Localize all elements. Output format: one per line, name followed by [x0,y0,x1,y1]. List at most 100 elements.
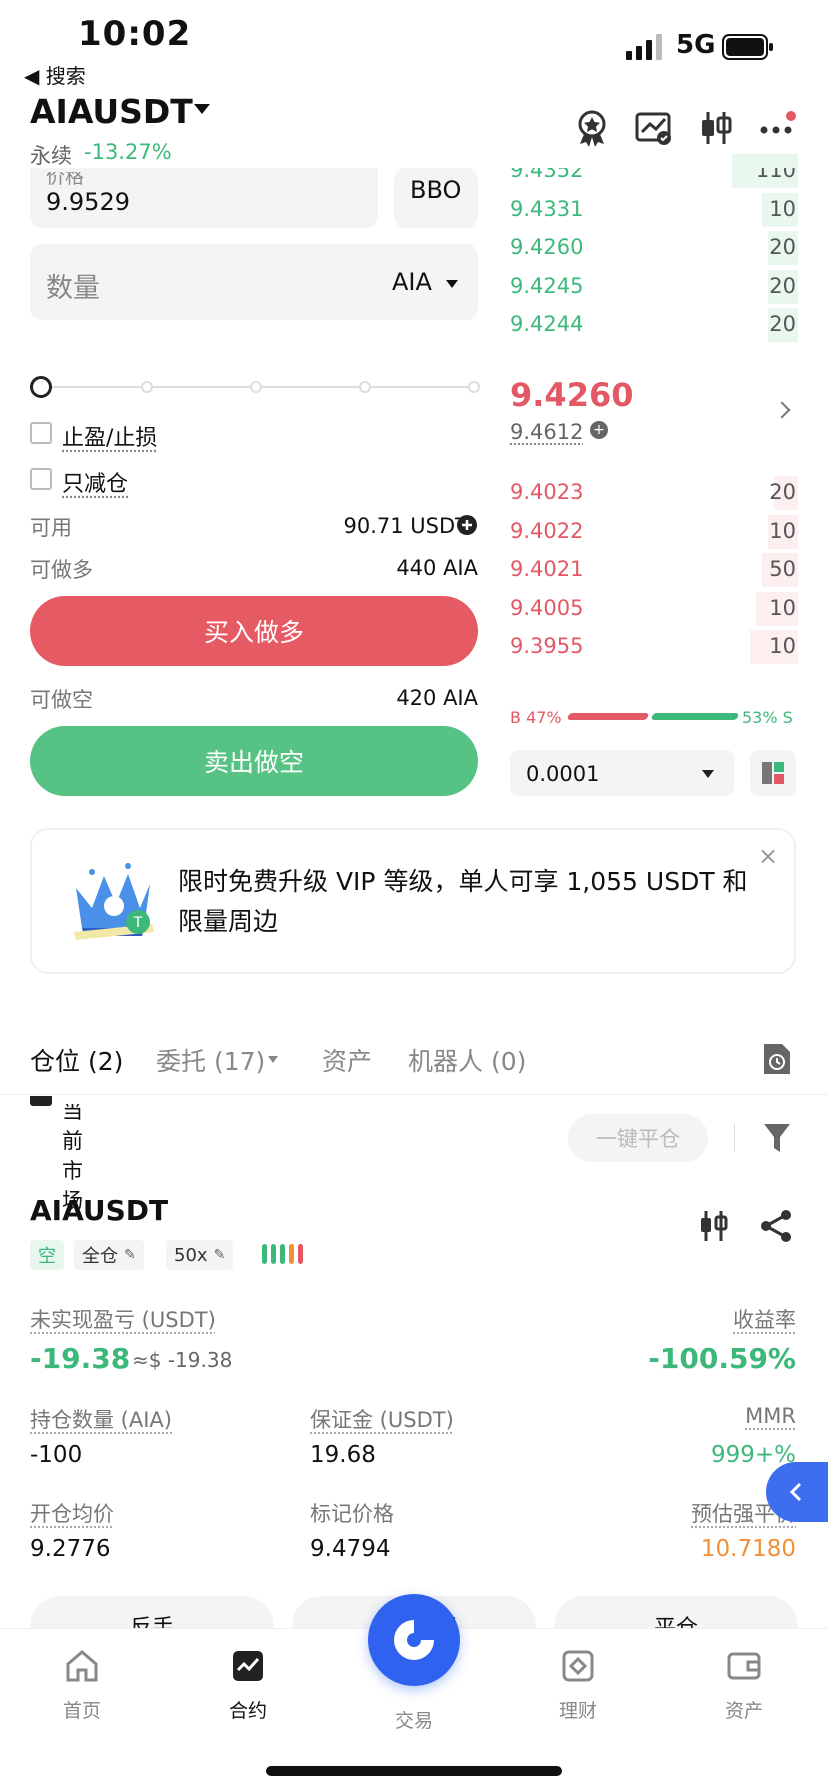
orderbook-price[interactable]: 9.4244 [510,312,583,336]
can-short-value: 420 AIA [396,686,478,710]
badge-icon[interactable] [572,108,612,148]
nav-futures[interactable]: 合约 [198,1648,298,1723]
close-all-button[interactable]: 一键平仓 [568,1114,708,1162]
promo-text: 限时免费升级 VIP 等级，单人可享 1,055 USDT 和限量周边 [178,867,748,936]
orderbook-price[interactable]: 9.4022 [510,519,583,543]
available-value: 90.71 USDT [343,514,469,538]
divider [734,1124,735,1152]
chevron-down-icon[interactable] [702,770,714,778]
can-long-value: 440 AIA [396,556,478,580]
roe-value: -100.59% [648,1342,796,1375]
orderbook-qty[interactable]: 10 [769,596,796,620]
leverage-tag[interactable]: 50x ✎ [166,1240,234,1270]
slider-knob[interactable] [30,376,52,398]
nav-earn-label: 理财 [558,1700,597,1722]
nav-assets[interactable]: 资产 [694,1648,794,1723]
orderbook-price[interactable]: 9.4245 [510,274,583,298]
mark-price[interactable]: 9.4612 [510,420,583,444]
plus-icon[interactable]: + [590,421,608,439]
position-pair[interactable]: AIAUSDT [30,1194,168,1227]
quantity-unit-select[interactable]: AIA [392,268,432,296]
roe-label[interactable]: 收益率 [733,1304,796,1334]
plus-circle-icon[interactable] [456,514,478,536]
orderbook-price[interactable]: 9.4021 [510,557,583,581]
edit-icon[interactable]: ✎ [124,1247,136,1263]
can-long-label: 可做多 [30,558,93,582]
share-icon[interactable] [758,1208,794,1244]
futures-icon [233,1651,263,1681]
nav-trade[interactable]: 交易 [364,1694,464,1733]
tp-sl-label[interactable]: 止盈/止损 [62,420,157,452]
slider-step[interactable] [468,381,480,393]
orderbook-price[interactable]: 9.4352 [510,168,583,182]
pair-title[interactable]: AIAUSDT [30,92,193,131]
margin-label[interactable]: 保证金 (USDT) [310,1404,454,1434]
sell-ratio-bar [650,713,740,720]
sell-short-button[interactable]: 卖出做空 [30,726,478,796]
history-icon[interactable] [762,1042,792,1076]
orderbook-layout-button[interactable] [750,750,796,796]
side-panel-button[interactable] [766,1462,828,1522]
battery-icon [722,34,773,60]
chart-check-icon[interactable] [634,108,674,148]
back-to-search[interactable]: ◀ 搜索 [24,60,86,89]
orderbook-qty[interactable]: 10 [769,519,796,543]
contract-type-label: 永续 [30,144,72,168]
edit-icon[interactable]: ✎ [214,1247,226,1263]
tab-bots[interactable]: 机器人 (0) [408,1042,526,1078]
orderbook-qty[interactable]: 20 [769,312,796,336]
orderbook-price[interactable]: 9.4331 [510,197,583,221]
liq-price-value: 10.7180 [700,1536,796,1562]
margin-mode-tag[interactable]: 全仓 ✎ [74,1240,144,1270]
candlestick-icon[interactable] [696,1208,732,1244]
nav-trade-label: 交易 [394,1710,433,1732]
layout-icon [762,762,784,784]
tabs-divider [0,1094,828,1095]
margin-mode-label: 全仓 [82,1246,118,1267]
slider-step[interactable] [250,381,262,393]
filter-icon[interactable] [762,1122,792,1154]
close-icon[interactable]: × [758,842,778,870]
unrealized-pnl-label[interactable]: 未实现盈亏 (USDT) [30,1304,216,1334]
status-time: 10:02 [78,14,192,54]
pair-dropdown-icon[interactable] [194,104,210,114]
entry-price-value: 9.2776 [30,1536,111,1562]
mark-price-value: 9.4794 [310,1536,391,1562]
tab-positions[interactable]: 仓位 (2) [30,1042,123,1078]
reduce-only-label[interactable]: 只减仓 [62,466,128,498]
tp-sl-checkbox[interactable] [30,422,52,444]
price-value[interactable]: 9.9529 [46,188,130,216]
orderbook-qty[interactable]: 20 [769,235,796,259]
buy-long-button[interactable]: 买入做多 [30,596,478,666]
orderbook-price[interactable]: 9.3955 [510,634,583,658]
slider-step[interactable] [359,381,371,393]
size-label[interactable]: 持仓数量 (AIA) [30,1404,172,1434]
orderbook-qty[interactable]: 10 [769,197,796,221]
chevron-left-icon [789,1482,802,1502]
tab-assets[interactable]: 资产 [322,1042,372,1078]
chevron-down-icon[interactable] [268,1056,278,1063]
mmr-label[interactable]: MMR [745,1404,796,1428]
buy-ratio: B 47% [510,708,562,727]
current-market-checkbox[interactable] [30,1096,52,1106]
orderbook-qty[interactable]: 50 [769,557,796,581]
nav-earn[interactable]: 理财 [528,1648,628,1723]
orderbook-qty[interactable]: 20 [769,274,796,298]
candlestick-icon[interactable] [696,108,736,148]
orderbook-qty[interactable]: 20 [769,480,796,504]
orderbook-qty[interactable]: 10 [769,634,796,658]
orderbook-price[interactable]: 9.4260 [510,235,583,259]
tab-orders[interactable]: 委托 (17) [156,1042,265,1078]
trade-button[interactable] [368,1594,460,1686]
earn-icon [562,1650,594,1682]
chevron-right-icon[interactable] [773,401,791,419]
orderbook-price[interactable]: 9.4005 [510,596,583,620]
nav-home[interactable]: 首页 [32,1648,132,1723]
price-change: -13.27% [84,140,172,164]
reduce-only-checkbox[interactable] [30,468,52,490]
chevron-down-icon[interactable] [446,280,458,288]
slider-step[interactable] [141,381,153,393]
more-dots-icon[interactable] [758,108,798,148]
entry-price-label[interactable]: 开仓均价 [30,1498,114,1528]
orderbook-price[interactable]: 9.4023 [510,480,583,504]
